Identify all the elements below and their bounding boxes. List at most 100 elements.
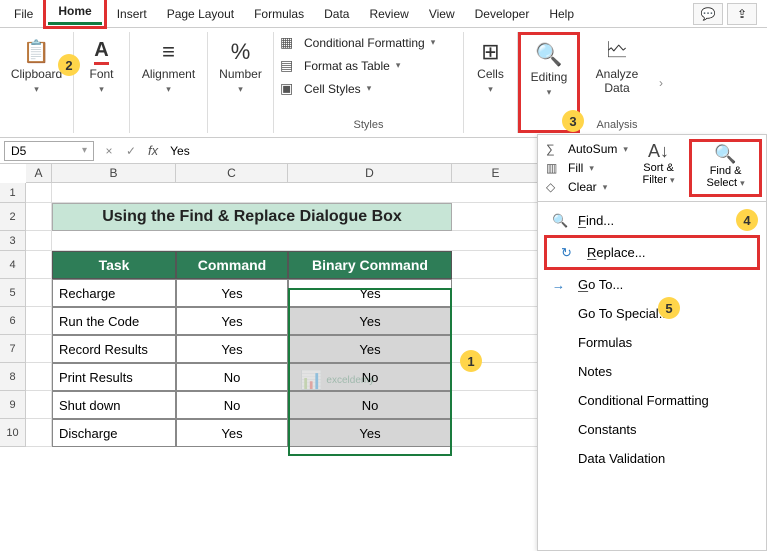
cell-command[interactable]: Yes bbox=[176, 279, 288, 307]
menu-conditional-formatting[interactable]: Conditional Formatting bbox=[538, 386, 766, 415]
cell-task[interactable]: Recharge bbox=[52, 279, 176, 307]
group-cells: ⊞Cells▾ bbox=[464, 32, 518, 133]
comments-button[interactable]: 💬 bbox=[693, 3, 723, 25]
col-D[interactable]: D bbox=[288, 164, 452, 183]
watermark: 📊exceldemy bbox=[300, 370, 374, 391]
table-icon: ▤ bbox=[280, 57, 298, 74]
percent-icon: % bbox=[231, 36, 251, 68]
menu-find[interactable]: Find... bbox=[538, 206, 766, 235]
fill-button[interactable]: ▥Fill ▾ bbox=[546, 160, 628, 176]
number-button[interactable]: %Number▾ bbox=[214, 34, 268, 98]
fx-icon[interactable]: fx bbox=[142, 143, 164, 158]
tab-home[interactable]: Home bbox=[48, 0, 101, 25]
annotation-3: 3 bbox=[562, 110, 584, 132]
analyze-icon: 🗠 bbox=[606, 36, 628, 68]
annotation-2: 2 bbox=[58, 54, 80, 76]
col-A[interactable]: A bbox=[26, 164, 52, 183]
cells-button[interactable]: ⊞Cells▾ bbox=[464, 34, 518, 98]
tab-review[interactable]: Review bbox=[359, 3, 418, 25]
analyze-data-button[interactable]: 🗠Analyze Data bbox=[586, 34, 648, 98]
clear-button[interactable]: ◇Clear ▾ bbox=[546, 179, 628, 195]
group-label-analysis: Analysis bbox=[597, 117, 638, 133]
row-4[interactable]: 4 bbox=[0, 251, 26, 279]
tab-file[interactable]: File bbox=[4, 3, 43, 25]
tab-page-layout[interactable]: Page Layout bbox=[157, 3, 244, 25]
tab-view[interactable]: View bbox=[419, 3, 465, 25]
header-binary[interactable]: Binary Command bbox=[288, 251, 452, 279]
row-10[interactable]: 10 bbox=[0, 419, 26, 447]
font-button[interactable]: AFont▾ bbox=[75, 34, 129, 98]
cell-task[interactable]: Shut down bbox=[52, 391, 176, 419]
cell-task[interactable]: Discharge bbox=[52, 419, 176, 447]
title-cell[interactable]: Using the Find & Replace Dialogue Box bbox=[52, 203, 452, 231]
sort-filter-button[interactable]: A↓Sort & Filter ▾ bbox=[628, 139, 689, 197]
cell-binary[interactable]: Yes bbox=[288, 419, 452, 447]
search-icon: 🔍 bbox=[714, 144, 736, 165]
row-9[interactable]: 9 bbox=[0, 391, 26, 419]
autosum-button[interactable]: ∑AutoSum ▾ bbox=[546, 141, 628, 157]
menu-goto-special[interactable]: Go To Special... bbox=[538, 299, 766, 328]
cell-binary[interactable]: No bbox=[288, 391, 452, 419]
cancel-formula-icon[interactable]: × bbox=[98, 144, 120, 158]
accept-formula-icon[interactable]: ✓ bbox=[120, 144, 142, 158]
col-C[interactable]: C bbox=[176, 164, 288, 183]
menu-replace[interactable]: Replace... bbox=[544, 235, 760, 270]
tab-data[interactable]: Data bbox=[314, 3, 359, 25]
header-command[interactable]: Command bbox=[176, 251, 288, 279]
conditional-formatting-button[interactable]: ▦Conditional Formatting ▾ bbox=[280, 34, 457, 51]
cf-icon: ▦ bbox=[280, 34, 298, 51]
annotation-1: 1 bbox=[460, 350, 482, 372]
format-table-button[interactable]: ▤Format as Table ▾ bbox=[280, 57, 457, 74]
cell-styles-button[interactable]: ▣Cell Styles ▾ bbox=[280, 80, 457, 97]
cell-binary[interactable]: Yes bbox=[288, 307, 452, 335]
find-select-button[interactable]: 🔍Find & Select ▾ bbox=[689, 139, 762, 197]
editing-button[interactable]: 🔍Editing▾ bbox=[522, 37, 576, 101]
annotation-5: 5 bbox=[658, 297, 680, 319]
share-button[interactable]: ⇪ bbox=[727, 3, 757, 25]
cell-command[interactable]: Yes bbox=[176, 307, 288, 335]
ribbon-overflow[interactable]: › bbox=[654, 32, 668, 133]
row-5[interactable]: 5 bbox=[0, 279, 26, 307]
row-3[interactable]: 3 bbox=[0, 231, 26, 251]
header-task[interactable]: Task bbox=[52, 251, 176, 279]
row-6[interactable]: 6 bbox=[0, 307, 26, 335]
font-icon: A bbox=[94, 36, 108, 68]
cell-task[interactable]: Run the Code bbox=[52, 307, 176, 335]
fill-icon: ▥ bbox=[546, 161, 562, 175]
tab-formulas[interactable]: Formulas bbox=[244, 3, 314, 25]
group-alignment: ≡Alignment▾ bbox=[130, 32, 208, 133]
name-box[interactable]: D5▾ bbox=[4, 141, 94, 161]
cell-command[interactable]: No bbox=[176, 391, 288, 419]
cell-command[interactable]: Yes bbox=[176, 419, 288, 447]
search-icon: 🔍 bbox=[535, 39, 562, 71]
find-select-menu: Find... Replace... Go To... Go To Specia… bbox=[538, 202, 766, 477]
sort-icon: A↓ bbox=[648, 141, 669, 162]
group-number: %Number▾ bbox=[208, 32, 274, 133]
menu-goto[interactable]: Go To... bbox=[538, 270, 766, 299]
menu-notes[interactable]: Notes bbox=[538, 357, 766, 386]
col-B[interactable]: B bbox=[52, 164, 176, 183]
tab-insert[interactable]: Insert bbox=[107, 3, 157, 25]
row-8[interactable]: 8 bbox=[0, 363, 26, 391]
menu-formulas[interactable]: Formulas bbox=[538, 328, 766, 357]
cell-command[interactable]: No bbox=[176, 363, 288, 391]
ribbon: 📋Clipboard▾ AFont▾ ≡Alignment▾ %Number▾ … bbox=[0, 28, 767, 138]
tab-developer[interactable]: Developer bbox=[465, 3, 540, 25]
cell-task[interactable]: Record Results bbox=[52, 335, 176, 363]
row-7[interactable]: 7 bbox=[0, 335, 26, 363]
col-E[interactable]: E bbox=[452, 164, 540, 183]
alignment-button[interactable]: ≡Alignment▾ bbox=[138, 34, 199, 98]
row-1[interactable]: 1 bbox=[0, 183, 26, 203]
menu-constants[interactable]: Constants bbox=[538, 415, 766, 444]
cell-binary[interactable]: Yes bbox=[288, 335, 452, 363]
eraser-icon: ◇ bbox=[546, 180, 562, 194]
cell-command[interactable]: Yes bbox=[176, 335, 288, 363]
cell-task[interactable]: Print Results bbox=[52, 363, 176, 391]
row-2[interactable]: 2 bbox=[0, 203, 26, 231]
group-analysis: 🗠Analyze Data Analysis bbox=[580, 32, 654, 133]
sigma-icon: ∑ bbox=[546, 142, 562, 156]
clipboard-icon: 📋 bbox=[23, 36, 50, 68]
tab-help[interactable]: Help bbox=[539, 3, 584, 25]
menu-data-validation[interactable]: Data Validation bbox=[538, 444, 766, 473]
cell-binary[interactable]: Yes bbox=[288, 279, 452, 307]
